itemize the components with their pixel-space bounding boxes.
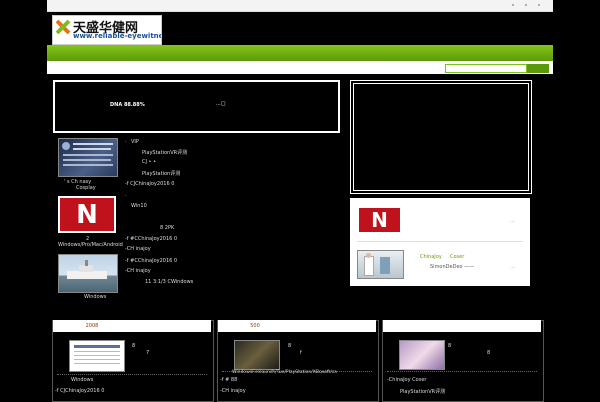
news-meta: -f #CChinaJoy2016 0 — [125, 236, 178, 242]
news-link[interactable]: PlayStation评测 — [142, 170, 180, 177]
bottom-card-3-side: 8 — [448, 343, 452, 349]
main-nav-bar — [47, 45, 553, 61]
news-meta: -CH inajoy — [125, 268, 151, 274]
banner-side-text: ...□ — [216, 101, 226, 107]
bottom-card-1-meta: -f CJChinaJoy2016 0 — [55, 388, 105, 394]
news-logo-letter: N — [76, 200, 98, 230]
bottom-card-1-head — [53, 320, 211, 332]
news-thumb-3-caption: Windows — [84, 294, 107, 300]
logo-x-icon — [55, 19, 71, 35]
bottom-card-3-link[interactable]: PlayStationVR评测 — [400, 388, 445, 395]
news-link[interactable]: PlayStationVR评测 — [142, 149, 187, 156]
search-button[interactable] — [527, 64, 549, 73]
bottom-card-2-tab[interactable]: 500 — [243, 321, 267, 332]
bottom-card-1-side: 7 — [146, 350, 150, 356]
news-thumb-2[interactable]: N — [58, 196, 116, 233]
bottom-card-3-head — [383, 320, 541, 332]
bottom-card-3-link[interactable]: -ChinaJoy Coser — [387, 377, 426, 383]
bottom-card-1-thumb[interactable] — [69, 340, 125, 372]
bottom-card-3-side: 8 — [487, 350, 491, 356]
news-link[interactable]: VIP — [131, 139, 139, 145]
side-news-title-b[interactable]: Coser — [450, 254, 464, 260]
top-menu-dot-icon[interactable] — [538, 4, 540, 6]
logo-url: www.reliable-eyewitness.c — [73, 32, 161, 40]
divider — [57, 374, 207, 375]
news-thumb-1-caption2: Cosplay — [76, 185, 96, 191]
bottom-card-2-side: f — [300, 350, 302, 356]
side-news-thumb-2[interactable] — [357, 250, 404, 279]
news-link[interactable]: 11 3:1/3 CWindows — [145, 279, 193, 285]
search-input[interactable] — [445, 64, 527, 73]
news-link[interactable]: Win10 — [131, 203, 147, 209]
side-more-link[interactable]: ... — [510, 218, 515, 224]
news-meta: -CH inajoy — [125, 246, 151, 252]
bottom-card-1-tab[interactable]: 2008 — [80, 321, 104, 332]
news-thumb-2-caption2: Windows/Pro/Mac/Android — [58, 242, 123, 248]
divider — [387, 371, 537, 372]
divider — [357, 241, 523, 242]
news-thumb-1[interactable] — [58, 138, 118, 177]
top-menu-dot-icon[interactable] — [525, 4, 527, 6]
news-link[interactable]: 8 2PK — [160, 225, 174, 231]
news-meta: -f CJChinaJoy2016 0 — [125, 181, 175, 187]
news-bullet-icon: · — [125, 139, 127, 145]
top-menu-dot-icon[interactable] — [512, 4, 514, 6]
site-logo[interactable]: 天盛华健网 www.reliable-eyewitness.c — [52, 15, 162, 45]
news-link[interactable]: CJ • • — [142, 159, 156, 165]
side-banner-frame — [353, 83, 529, 191]
bottom-card-2-side: 8 — [288, 343, 292, 349]
side-logo-letter: N — [371, 208, 388, 232]
feature-banner[interactable] — [53, 80, 340, 133]
side-news-thumb-1[interactable]: N — [357, 206, 402, 234]
bottom-card-2-thumb[interactable] — [234, 340, 280, 370]
bottom-card-2-meta: -CH inajoy — [220, 388, 246, 394]
bottom-card-2-head — [218, 320, 376, 332]
bottom-card-3-tab[interactable] — [408, 321, 432, 332]
news-bullet-icon: · — [125, 193, 127, 199]
news-meta: -f #CChinaJoy2016 0 — [125, 258, 178, 264]
top-utility-bar — [47, 0, 553, 12]
bottom-card-1-side: 8 — [132, 343, 136, 349]
bottom-card-2-meta: -f # 88 — [220, 377, 238, 383]
news-thumb-3[interactable] — [58, 254, 118, 293]
side-news-title-a[interactable]: ChinaJoy — [420, 254, 442, 260]
side-news-sub: SimonDeDeo —— — [430, 264, 475, 270]
bottom-card-1-link[interactable]: Windows — [71, 377, 93, 383]
bottom-card-3-thumb[interactable] — [399, 340, 445, 370]
side-more-link[interactable]: ... — [510, 264, 515, 270]
bottom-card-2-link[interactable]: WindowsFirelaunch/Tue/PlayStation/XBoxof… — [232, 370, 337, 375]
banner-text: DNA 88.88% — [110, 102, 145, 108]
